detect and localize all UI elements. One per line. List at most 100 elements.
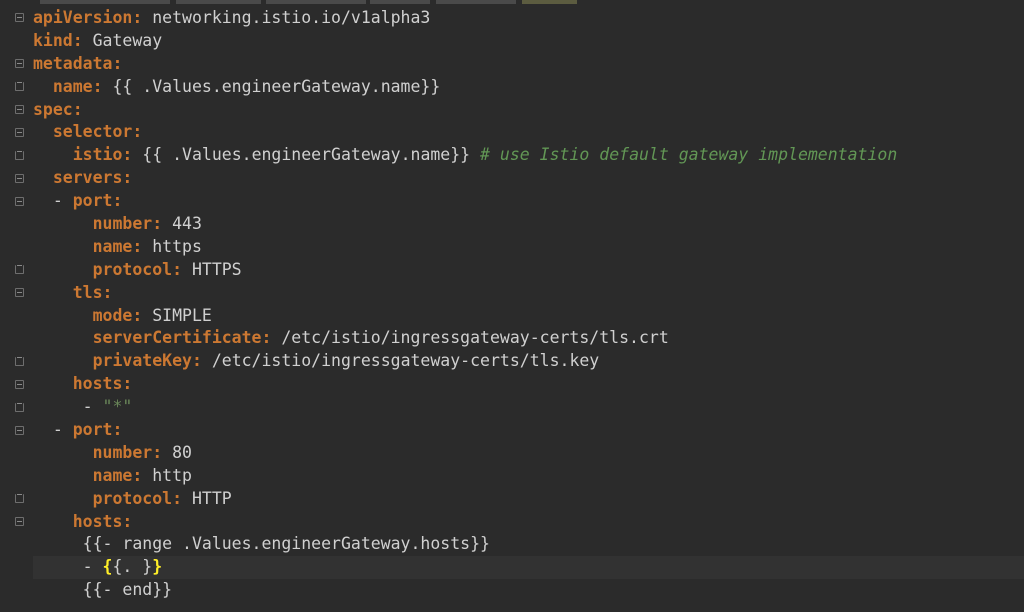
code-line[interactable]: apiVersion: networking.istio.io/v1alpha3 [33,7,1024,30]
tab-active[interactable] [522,0,577,4]
code-line[interactable]: hosts: [33,511,1024,534]
code-line[interactable]: {{- range .Values.engineerGateway.hosts}… [33,533,1024,556]
yaml-value: {{- end}} [82,580,173,600]
fold-open-icon[interactable] [15,517,24,526]
code-line[interactable]: name: https [33,236,1024,259]
yaml-key: name: [92,465,143,485]
line-indent: - [33,191,73,211]
yaml-value: {{- range .Values.engineerGateway.hosts}… [82,534,490,554]
code-line[interactable]: - port: [33,419,1024,442]
line-indent: - [33,397,103,417]
code-line[interactable]: {{- end}} [33,579,1024,602]
yaml-value: 443 [162,214,202,234]
yaml-key: name: [92,236,143,256]
fold-open-icon[interactable] [15,174,24,183]
tab-5[interactable] [436,0,516,4]
tab-4[interactable] [370,0,430,4]
code-line[interactable]: selector: [33,121,1024,144]
code-line[interactable]: privateKey: /etc/istio/ingressgateway-ce… [33,350,1024,373]
yaml-key: selector: [52,122,143,142]
fold-open-icon[interactable] [15,128,24,137]
code-line[interactable]: protocol: HTTPS [33,259,1024,282]
code-line[interactable]: number: 80 [33,442,1024,465]
yaml-key: servers: [52,168,133,188]
code-line[interactable]: mode: SIMPLE [33,305,1024,328]
template-expression: {. } [112,557,153,577]
fold-open-icon[interactable] [15,13,24,22]
code-editor[interactable]: apiVersion: networking.istio.io/v1alpha3… [0,0,1024,612]
tab-3[interactable] [266,0,366,4]
fold-close-icon[interactable] [15,403,24,412]
yaml-value: {{ .Values.engineerGateway.name}} [132,145,471,165]
code-area[interactable]: apiVersion: networking.istio.io/v1alpha3… [33,7,1024,602]
yaml-key: protocol: [92,488,183,508]
code-line[interactable]: servers: [33,167,1024,190]
yaml-key: hosts: [72,374,133,394]
fold-close-icon[interactable] [15,151,24,160]
yaml-key: serverCertificate: [92,328,272,348]
fold-open-icon[interactable] [15,59,24,68]
yaml-value: 80 [162,442,192,462]
yaml-key: number: [92,442,163,462]
tab-2[interactable] [176,0,261,4]
code-line[interactable]: name: {{ .Values.engineerGateway.name}} [33,76,1024,99]
fold-open-icon[interactable] [15,105,24,114]
yaml-value: SIMPLE [142,305,212,325]
fold-open-icon[interactable] [15,380,24,389]
code-line[interactable]: - port: [33,190,1024,213]
code-line[interactable]: serverCertificate: /etc/istio/ingressgat… [33,327,1024,350]
yaml-value: HTTPS [182,259,242,279]
yaml-value: /etc/istio/ingressgateway-certs/tls.key [201,351,600,371]
yaml-key: mode: [92,305,143,325]
fold-close-icon[interactable] [15,494,24,503]
yaml-key: istio: [72,145,133,165]
code-line[interactable]: tls: [33,282,1024,305]
yaml-key: tls: [72,282,113,302]
yaml-key: spec: [33,99,83,119]
yaml-key: number: [92,214,163,234]
fold-close-icon[interactable] [15,357,24,366]
yaml-key: hosts: [72,511,133,531]
yaml-comment: # use Istio default gateway implementati… [470,145,898,165]
yaml-value: networking.istio.io/v1alpha3 [142,8,431,27]
yaml-key: protocol: [92,259,183,279]
code-line[interactable]: number: 443 [33,213,1024,236]
tab-1[interactable] [40,0,170,4]
code-line[interactable]: protocol: HTTP [33,488,1024,511]
fold-close-icon[interactable] [15,265,24,274]
code-line[interactable]: - "*" [33,396,1024,419]
yaml-key: port: [72,420,123,440]
yaml-key: name: [52,76,103,96]
code-line[interactable]: metadata: [33,53,1024,76]
fold-open-icon[interactable] [15,426,24,435]
fold-close-icon[interactable] [15,82,24,91]
code-line[interactable]: - {{. }} [33,556,1024,580]
code-line[interactable]: name: http [33,465,1024,488]
code-line[interactable]: hosts: [33,373,1024,396]
brace-highlight: } [152,557,163,577]
fold-open-icon[interactable] [15,288,24,297]
code-line[interactable]: spec: [33,99,1024,122]
tab-bar [0,0,1024,4]
fold-open-icon[interactable] [15,197,24,206]
code-line[interactable]: kind: Gateway [33,30,1024,53]
yaml-key: metadata: [33,53,123,73]
code-line[interactable]: istio: {{ .Values.engineerGateway.name}}… [33,144,1024,167]
brace-highlight: { [102,557,113,577]
yaml-value: Gateway [82,30,163,50]
yaml-value: HTTP [182,488,232,508]
